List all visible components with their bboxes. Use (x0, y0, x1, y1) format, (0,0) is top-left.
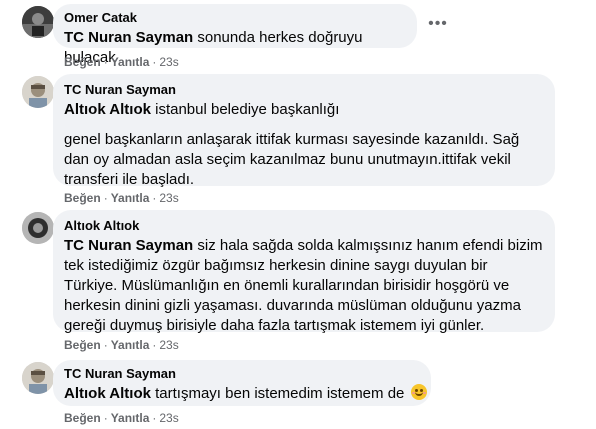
like-button[interactable]: Beğen (64, 338, 101, 352)
mention-link[interactable]: Altıok Altıok (64, 385, 151, 402)
comment-bubble: Altıok Altıok TC Nuran Sayman siz hala s… (53, 210, 555, 334)
more-horizontal-icon: ••• (428, 15, 448, 32)
mention-link[interactable]: Altıok Altıok (64, 101, 151, 118)
comment-text: TC Nuran Sayman siz hala sağda solda kal… (64, 236, 543, 336)
comment-author[interactable]: Omer Catak (64, 10, 405, 26)
comment-body: istanbul belediye başkanlığı (155, 101, 340, 118)
comment-body: tartışmayı ben istemedim istemem de (155, 385, 405, 402)
comment-author[interactable]: TC Nuran Sayman (64, 82, 543, 98)
comment-body-paragraph: genel başkanların anlaşarak ittifak kurm… (64, 131, 520, 188)
comment-bubble: TC Nuran Sayman Altıok Altıok istanbul b… (53, 74, 555, 188)
comment-actions: Beğen · Yanıtla · 23s (64, 55, 179, 69)
reply-button[interactable]: Yanıtla (111, 411, 150, 425)
mention-link[interactable]: TC Nuran Sayman (64, 29, 193, 46)
comment-bubble: TC Nuran Sayman Altıok Altıok tartışmayı… (53, 360, 431, 406)
comment-bubble: Omer Catak TC Nuran Sayman sonunda herke… (53, 4, 417, 66)
comment-author[interactable]: TC Nuran Sayman (64, 366, 419, 382)
comment-time[interactable]: 23s (159, 338, 178, 352)
avatar-photo-icon (22, 6, 54, 38)
avatar-photo-icon (22, 76, 54, 108)
avatar[interactable] (22, 212, 54, 244)
comment-actions: Beğen · Yanıtla · 23s (64, 411, 179, 425)
avatar[interactable] (22, 6, 54, 38)
avatar-photo-icon (22, 212, 54, 244)
reply-button[interactable]: Yanıtla (111, 338, 150, 352)
avatar[interactable] (22, 76, 54, 108)
comment-text: Altıok Altıok tartışmayı ben istemedim i… (64, 384, 427, 404)
comment-time[interactable]: 23s (159, 191, 178, 205)
like-button[interactable]: Beğen (64, 55, 101, 69)
reply-button[interactable]: Yanıtla (111, 55, 150, 69)
more-options-button[interactable]: ••• (426, 12, 450, 36)
mention-link[interactable]: TC Nuran Sayman (64, 237, 193, 254)
reply-button[interactable]: Yanıtla (111, 191, 150, 205)
comment-time[interactable]: 23s (159, 55, 178, 69)
comment-time[interactable]: 23s (159, 411, 178, 425)
avatar[interactable] (22, 362, 54, 394)
smiling-face-emoji-icon (410, 384, 427, 400)
like-button[interactable]: Beğen (64, 411, 101, 425)
comment-actions: Beğen · Yanıtla · 23s (64, 191, 179, 205)
comment-actions: Beğen · Yanıtla · 23s (64, 338, 179, 352)
comment-author[interactable]: Altıok Altıok (64, 218, 543, 234)
like-button[interactable]: Beğen (64, 191, 101, 205)
comment-text: Altıok Altıok istanbul belediye başkanlı… (64, 100, 543, 190)
avatar-photo-icon (22, 362, 54, 394)
